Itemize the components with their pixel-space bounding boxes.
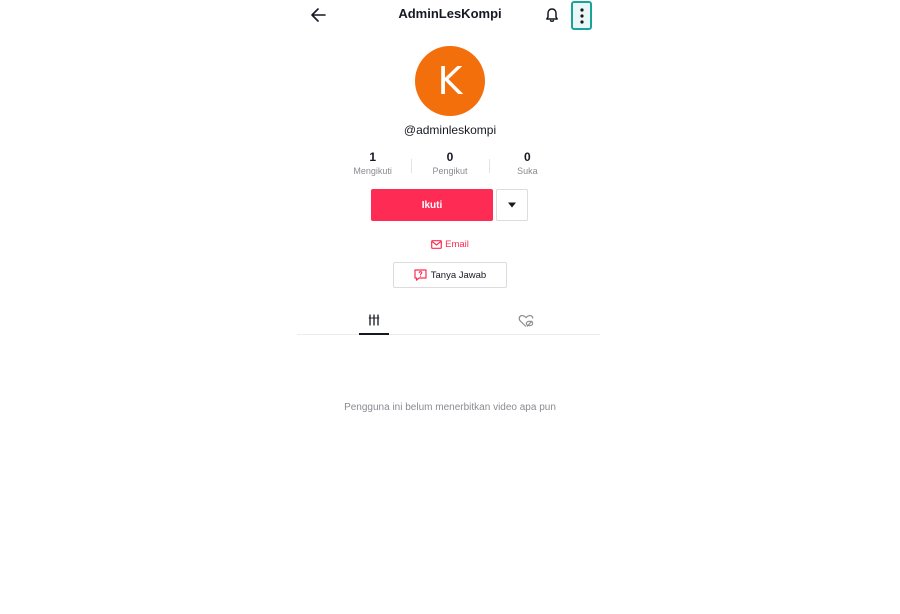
envelope-icon — [431, 239, 443, 249]
back-button[interactable] — [306, 3, 330, 27]
qa-button[interactable]: Tanya Jawab — [393, 262, 507, 288]
email-link[interactable]: Email — [420, 237, 480, 251]
avatar[interactable]: K — [415, 46, 485, 116]
stat-following[interactable]: 1 Mengikuti — [334, 150, 411, 178]
liked-hidden-icon — [518, 314, 534, 327]
caret-down-icon — [508, 202, 516, 208]
stat-following-label: Mengikuti — [353, 166, 392, 176]
bell-icon — [546, 8, 558, 22]
tab-liked[interactable] — [511, 307, 541, 335]
stat-followers[interactable]: 0 Pengikut — [411, 150, 488, 178]
notification-button[interactable] — [540, 3, 564, 27]
stat-following-count: 1 — [369, 150, 376, 164]
avatar-initial: K — [437, 59, 463, 103]
arrow-left-icon — [311, 8, 326, 22]
qa-label: Tanya Jawab — [430, 269, 487, 281]
stat-followers-count: 0 — [446, 150, 454, 164]
question-bubble-icon — [414, 269, 427, 281]
stat-likes-count: 0 — [523, 150, 531, 164]
more-options-button[interactable] — [571, 1, 592, 30]
videos-grid-icon — [368, 314, 380, 326]
profile-stats: 1 Mengikuti 0 Pengikut 0 Suka — [334, 150, 566, 178]
tab-videos[interactable] — [359, 307, 389, 335]
page-title: AdminLesKompi — [398, 6, 502, 21]
stat-likes: 0 Suka — [488, 150, 566, 178]
vertical-dots-icon — [579, 7, 584, 24]
content-tabs — [297, 307, 600, 335]
suggested-accounts-dropdown[interactable] — [496, 189, 528, 221]
username: @adminleskompi — [403, 123, 497, 137]
follow-button[interactable]: Ikuti — [371, 189, 493, 221]
stat-followers-label: Pengikut — [432, 166, 468, 176]
stat-likes-label: Suka — [517, 166, 538, 176]
empty-state-message: Pengguna ini belum menerbitkan video apa… — [344, 402, 556, 413]
email-label: Email — [445, 238, 469, 250]
